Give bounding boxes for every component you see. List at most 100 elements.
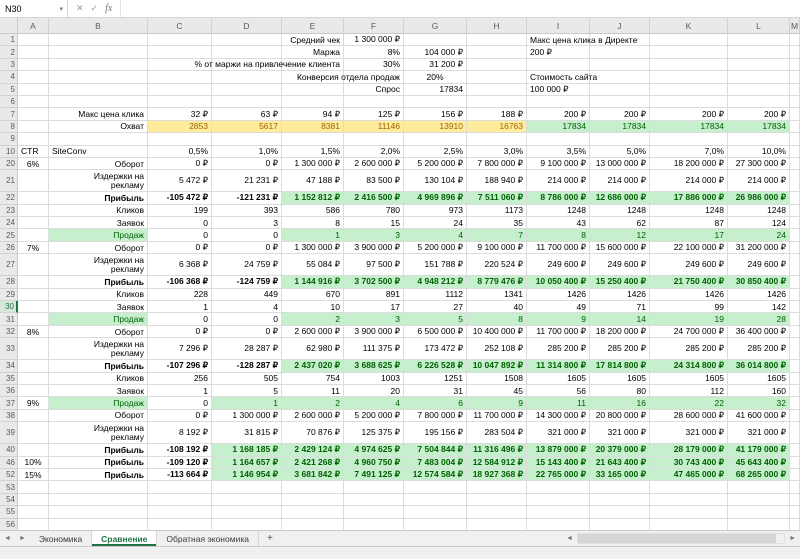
cell-F3[interactable]: 30% <box>344 59 404 71</box>
column-header-G[interactable]: G <box>404 18 467 33</box>
cell-M55[interactable] <box>790 506 800 518</box>
cell-C36[interactable]: 1 <box>148 385 212 397</box>
cell-A38[interactable] <box>18 410 49 422</box>
cell-J38[interactable]: 20 800 000 ₽ <box>590 410 650 422</box>
cell-K7[interactable]: 200 ₽ <box>650 108 728 120</box>
cell-F35[interactable]: 1003 <box>344 373 404 385</box>
cell-I37[interactable]: 11 <box>527 397 590 409</box>
cell-L46[interactable]: 45 643 400 ₽ <box>728 457 790 469</box>
cell-G10[interactable]: 2,5% <box>404 146 467 158</box>
cell-A20[interactable]: 6% <box>18 158 49 170</box>
row-header-21[interactable]: 21 <box>0 170 18 192</box>
cell-E40[interactable]: 2 429 124 ₽ <box>282 444 344 456</box>
cell-C8[interactable]: 2853 <box>148 121 212 133</box>
cell-G2[interactable]: 104 000 ₽ <box>404 46 467 58</box>
cell-K3[interactable] <box>650 59 728 71</box>
cell-J28[interactable]: 15 250 400 ₽ <box>590 276 650 288</box>
cell-D2[interactable] <box>212 46 282 58</box>
sheet-tab-3[interactable]: Обратная экономика <box>157 531 259 546</box>
cell-A25[interactable] <box>18 229 49 241</box>
cell-H4[interactable] <box>467 71 527 83</box>
cell-J55[interactable] <box>590 506 650 518</box>
cell-K6[interactable] <box>650 96 728 108</box>
cell-B10[interactable]: SiteConv <box>49 146 148 158</box>
cell-H52[interactable]: 18 927 368 ₽ <box>467 469 527 481</box>
cell-F29[interactable]: 891 <box>344 289 404 301</box>
formula-input[interactable] <box>121 0 800 17</box>
cell-M10[interactable] <box>790 146 800 158</box>
cell-C52[interactable]: -113 664 ₽ <box>148 469 212 481</box>
cell-L37[interactable]: 32 <box>728 397 790 409</box>
cell-E34[interactable]: 2 437 020 ₽ <box>282 360 344 372</box>
cell-E52[interactable]: 3 681 842 ₽ <box>282 469 344 481</box>
name-box[interactable]: N30 ▾ <box>0 0 68 17</box>
cell-B53[interactable] <box>49 481 148 493</box>
cell-B4[interactable] <box>49 71 148 83</box>
cell-G9[interactable] <box>404 133 467 145</box>
cell-C54[interactable] <box>148 494 212 506</box>
scrollbar-track[interactable] <box>577 533 785 544</box>
cell-M56[interactable] <box>790 519 800 531</box>
cell-D23[interactable]: 393 <box>212 205 282 217</box>
cell-H24[interactable]: 35 <box>467 217 527 229</box>
cell-B2[interactable] <box>49 46 148 58</box>
cell-J32[interactable]: 18 200 000 ₽ <box>590 326 650 338</box>
cell-K23[interactable]: 1248 <box>650 205 728 217</box>
cell-E23[interactable]: 586 <box>282 205 344 217</box>
cell-I1[interactable]: Макс цена клика в Директе <box>527 34 590 46</box>
cell-I56[interactable] <box>527 519 590 531</box>
cell-C23[interactable]: 199 <box>148 205 212 217</box>
cell-K40[interactable]: 28 179 000 ₽ <box>650 444 728 456</box>
cell-G29[interactable]: 1112 <box>404 289 467 301</box>
row-header-27[interactable]: 27 <box>0 254 18 276</box>
cell-H9[interactable] <box>467 133 527 145</box>
cell-H29[interactable]: 1341 <box>467 289 527 301</box>
cell-B7[interactable]: Макс цена клика <box>49 108 148 120</box>
row-header-32[interactable]: 32 <box>0 326 18 338</box>
cell-L32[interactable]: 36 400 000 ₽ <box>728 326 790 338</box>
cell-I28[interactable]: 10 050 400 ₽ <box>527 276 590 288</box>
cell-G33[interactable]: 173 472 ₽ <box>404 338 467 360</box>
cell-M2[interactable] <box>790 46 800 58</box>
cell-H27[interactable]: 220 524 ₽ <box>467 254 527 276</box>
cell-E26[interactable]: 1 300 000 ₽ <box>282 242 344 254</box>
cell-M54[interactable] <box>790 494 800 506</box>
cell-A10[interactable]: CTR <box>18 146 49 158</box>
cell-M53[interactable] <box>790 481 800 493</box>
cell-D22[interactable]: -121 231 ₽ <box>212 192 282 204</box>
cell-K10[interactable]: 7,0% <box>650 146 728 158</box>
cell-J29[interactable]: 1426 <box>590 289 650 301</box>
cell-J9[interactable] <box>590 133 650 145</box>
cell-K29[interactable]: 1426 <box>650 289 728 301</box>
cell-J6[interactable] <box>590 96 650 108</box>
sheet-tab-2[interactable]: Сравнение <box>92 531 157 546</box>
cell-K53[interactable] <box>650 481 728 493</box>
column-header-L[interactable]: L <box>728 18 790 33</box>
cell-J56[interactable] <box>590 519 650 531</box>
cell-A53[interactable] <box>18 481 49 493</box>
cell-A6[interactable] <box>18 96 49 108</box>
cell-M36[interactable] <box>790 385 800 397</box>
cell-I27[interactable]: 249 600 ₽ <box>527 254 590 276</box>
column-header-E[interactable]: E <box>282 18 344 33</box>
cell-K28[interactable]: 21 750 400 ₽ <box>650 276 728 288</box>
cell-A2[interactable] <box>18 46 49 58</box>
cell-H10[interactable]: 3,0% <box>467 146 527 158</box>
cell-G46[interactable]: 7 483 004 ₽ <box>404 457 467 469</box>
cell-C5[interactable] <box>148 84 212 96</box>
cell-H37[interactable]: 9 <box>467 397 527 409</box>
cell-E39[interactable]: 70 876 ₽ <box>282 422 344 444</box>
cell-I8[interactable]: 17834 <box>527 121 590 133</box>
cell-G32[interactable]: 6 500 000 ₽ <box>404 326 467 338</box>
cell-E9[interactable] <box>282 133 344 145</box>
cell-B23[interactable]: Кликов <box>49 205 148 217</box>
cell-H25[interactable]: 7 <box>467 229 527 241</box>
cell-C25[interactable]: 0 <box>148 229 212 241</box>
cell-I46[interactable]: 15 143 400 ₽ <box>527 457 590 469</box>
cell-E38[interactable]: 2 600 000 ₽ <box>282 410 344 422</box>
row-header-56[interactable]: 56 <box>0 519 18 531</box>
row-header-37[interactable]: 37 <box>0 397 18 409</box>
cell-J26[interactable]: 15 600 000 ₽ <box>590 242 650 254</box>
cell-I39[interactable]: 321 000 ₽ <box>527 422 590 444</box>
cell-E35[interactable]: 754 <box>282 373 344 385</box>
